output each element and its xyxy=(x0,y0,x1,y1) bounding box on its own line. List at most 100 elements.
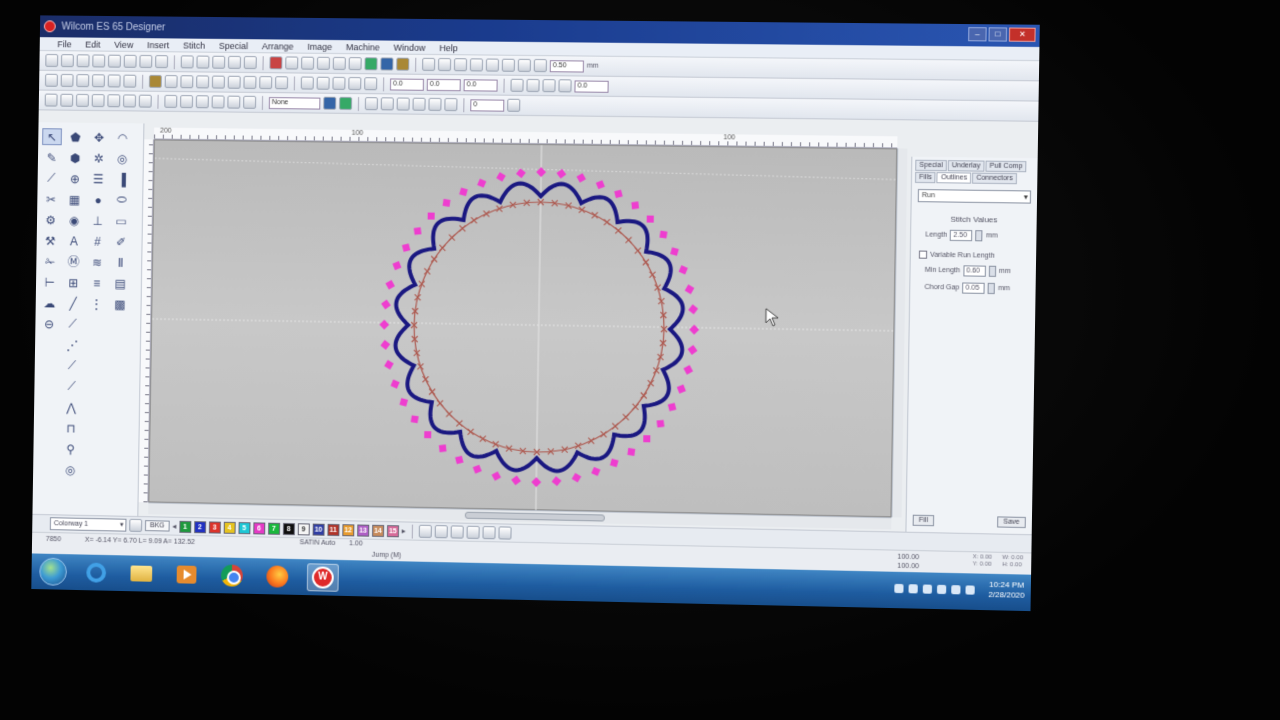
align-top-icon[interactable] xyxy=(91,94,105,108)
undo-icon[interactable] xyxy=(227,55,241,69)
import-icon[interactable] xyxy=(139,54,153,68)
mirror-v-icon[interactable] xyxy=(91,74,105,88)
machine-icon[interactable] xyxy=(482,526,496,540)
cloud-icon[interactable]: ☁ xyxy=(40,294,60,311)
stemstitch-icon[interactable] xyxy=(227,75,241,89)
colorway-select[interactable]: Colorway 1 xyxy=(49,517,127,532)
menu-stitch[interactable]: Stitch xyxy=(183,40,205,50)
arrow-down-icon[interactable] xyxy=(558,79,572,93)
scissors-icon[interactable]: ✁ xyxy=(40,253,60,270)
oval-run-icon[interactable]: ⊖ xyxy=(39,315,59,332)
tab-special[interactable]: Special xyxy=(915,159,947,172)
reference-icon[interactable]: ⚲ xyxy=(61,440,81,457)
stitch-player-icon[interactable] xyxy=(380,57,394,71)
color-swatch-6[interactable]: 6 xyxy=(253,521,266,535)
fill-button[interactable]: Fill xyxy=(912,514,935,527)
gradient-icon[interactable]: ▤ xyxy=(110,275,130,292)
cross-hatch-icon[interactable]: ▦ xyxy=(65,191,85,208)
background-button[interactable]: BKG xyxy=(144,520,170,532)
trapunto-icon[interactable] xyxy=(211,95,225,109)
auto-split-icon[interactable] xyxy=(380,97,394,111)
tab-fills[interactable]: Fills xyxy=(915,171,936,184)
app-logo-icon[interactable] xyxy=(43,20,56,33)
menu-image[interactable]: Image xyxy=(307,41,332,51)
firefox-icon[interactable] xyxy=(261,562,293,591)
update-icon[interactable] xyxy=(951,584,961,594)
motif-run-icon[interactable] xyxy=(259,76,273,90)
knife-icon[interactable]: ✂ xyxy=(41,191,61,208)
column-a-icon[interactable]: ▐ xyxy=(112,171,132,188)
minimize-button[interactable]: – xyxy=(968,27,987,42)
measure-icon[interactable] xyxy=(517,58,531,72)
chord-gap-input[interactable]: 0.05 xyxy=(962,282,985,294)
node-tool-icon[interactable] xyxy=(422,57,436,71)
network-icon[interactable] xyxy=(908,583,919,593)
internet-explorer-icon[interactable] xyxy=(80,558,112,586)
palette-editor-icon[interactable] xyxy=(129,518,143,532)
tie-in-icon[interactable] xyxy=(348,77,362,91)
reshape-tool-icon[interactable]: ✥ xyxy=(89,129,109,146)
chrome-icon[interactable] xyxy=(216,561,248,589)
arc-tool-icon[interactable]: ◠ xyxy=(113,129,133,146)
color-swatch-1[interactable]: 1 xyxy=(179,520,192,533)
close-button[interactable]: ✕ xyxy=(1008,27,1036,42)
bead-icon[interactable]: ● xyxy=(88,191,108,208)
stripe-fill-icon[interactable]: ☰ xyxy=(88,170,108,187)
size-w-field[interactable]: 0.0 xyxy=(463,78,498,92)
tab-pull-comp[interactable]: Pull Comp xyxy=(985,160,1027,173)
monogram-tool-icon[interactable]: Ⓜ xyxy=(64,253,84,270)
tatami-icon[interactable] xyxy=(164,75,178,89)
print-icon[interactable] xyxy=(92,54,106,68)
fill-hole-icon[interactable]: ✲ xyxy=(89,150,109,167)
pos-y-field[interactable]: 0.0 xyxy=(426,78,461,91)
select-all-icon[interactable] xyxy=(60,73,74,87)
globe-fill-icon[interactable]: ⊕ xyxy=(65,170,85,187)
menu-help[interactable]: Help xyxy=(439,43,458,53)
manual-stitch-icon[interactable]: ⟋ xyxy=(41,170,61,187)
line-run-icon[interactable]: ╱ xyxy=(63,295,83,312)
color-swatch-3[interactable]: 3 xyxy=(208,520,221,534)
new-file-icon[interactable] xyxy=(45,54,59,68)
blanket-tool-icon[interactable]: ⊓ xyxy=(61,419,81,436)
color-swatch-7[interactable]: 7 xyxy=(267,522,280,535)
baseline-icon[interactable]: ≡ xyxy=(87,274,107,291)
design-canvas[interactable] xyxy=(148,139,897,518)
stem-tool-icon[interactable]: ⟋ xyxy=(62,357,82,374)
menu-insert[interactable]: Insert xyxy=(147,40,169,50)
min-length-input[interactable]: 0.60 xyxy=(963,265,986,277)
color-swatch-5[interactable]: 5 xyxy=(238,521,251,534)
rotate-left-icon[interactable] xyxy=(107,74,121,88)
dot-line-icon[interactable]: ⋮ xyxy=(87,295,107,312)
align-middle-icon[interactable] xyxy=(107,94,121,108)
slow-redraw-icon[interactable] xyxy=(396,57,410,71)
monogram-icon[interactable] xyxy=(180,95,194,109)
lock-icon[interactable] xyxy=(501,58,515,72)
palette-right-arrow-icon[interactable]: ▸ xyxy=(402,526,406,535)
arrow-up-icon[interactable] xyxy=(542,79,556,93)
elastic-fancy-icon[interactable]: ≋ xyxy=(87,254,107,271)
shape-tool-icon[interactable]: ⬟ xyxy=(66,128,86,145)
team-name-icon[interactable]: ⊞ xyxy=(63,274,83,291)
triple-run-icon[interactable] xyxy=(196,75,210,89)
zoom-in-icon[interactable] xyxy=(316,56,330,70)
cut-icon[interactable] xyxy=(180,55,194,69)
show-stitches-icon[interactable] xyxy=(269,56,283,70)
blanket-icon[interactable] xyxy=(243,75,257,89)
wilcom-app-icon[interactable]: W xyxy=(306,563,339,592)
target-icon[interactable]: ◎ xyxy=(60,461,80,478)
number-1000-icon[interactable]: # xyxy=(87,233,107,250)
record-icon[interactable] xyxy=(466,525,480,539)
select-tool-icon[interactable]: ↖ xyxy=(42,128,62,146)
redo-icon[interactable] xyxy=(243,56,257,70)
tab-underlay[interactable]: Underlay xyxy=(947,160,985,172)
lettering-icon[interactable] xyxy=(164,94,178,108)
select-object-icon[interactable] xyxy=(44,73,58,87)
align-bottom-icon[interactable] xyxy=(123,94,137,108)
color-swatch-12[interactable]: 12 xyxy=(342,523,355,536)
align-icon[interactable] xyxy=(453,58,468,72)
color-swatch-10[interactable]: 10 xyxy=(312,523,325,536)
grid-icon[interactable] xyxy=(533,59,547,73)
rotation-field[interactable]: 0 xyxy=(470,98,505,112)
measure-tool-icon[interactable]: ⊢ xyxy=(40,274,60,291)
menu-file[interactable]: File xyxy=(57,39,71,49)
